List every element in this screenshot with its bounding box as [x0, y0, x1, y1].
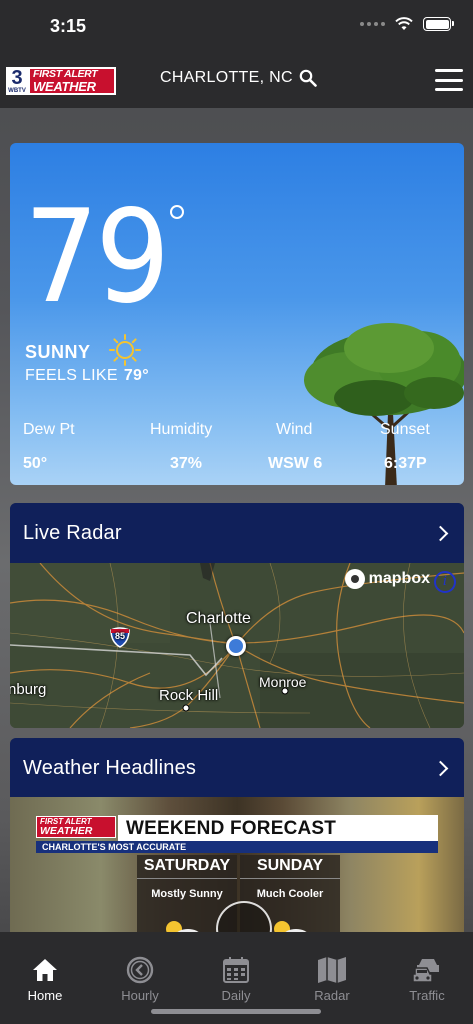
home-indicator[interactable]	[151, 1009, 321, 1014]
live-radar-title: Live Radar	[23, 521, 122, 544]
interstate-label: 85	[114, 631, 125, 641]
map-label-charlotte: Charlotte	[186, 610, 251, 627]
feels-like-value: 79°	[123, 367, 149, 384]
status-bar: 3:15	[0, 0, 473, 52]
mapbox-attribution[interactable]: mapbox	[344, 569, 430, 589]
menu-button[interactable]	[435, 69, 463, 91]
tab-traffic-label: Traffic	[409, 988, 445, 1003]
tab-home[interactable]: Home	[10, 956, 80, 1003]
search-icon	[299, 69, 317, 87]
mapbox-label: mapbox	[368, 570, 430, 587]
tab-hourly-label: Hourly	[121, 988, 159, 1003]
map-label-rock-hill: Rock Hill	[159, 687, 219, 704]
calendar-icon	[223, 957, 249, 983]
menu-icon	[435, 69, 463, 72]
tab-radar-label: Radar	[314, 988, 350, 1003]
condition-label: SUNNY	[25, 342, 91, 362]
wind-label: Wind	[276, 421, 313, 438]
tab-radar[interactable]: Radar	[297, 956, 367, 1003]
status-time: 3:15	[50, 16, 87, 36]
wifi-icon	[395, 17, 413, 30]
weather-headlines-title: Weather Headlines	[23, 756, 197, 779]
radar-map[interactable]: 85 Charlotte Rock Hill Monroe nburg mapb…	[10, 562, 464, 728]
dew-point-value: 50°	[23, 455, 48, 472]
mapbox-logo-icon	[344, 569, 365, 589]
tab-daily[interactable]: Daily	[201, 956, 271, 1003]
chevron-right-icon	[432, 760, 449, 776]
sunset-label: Sunset	[380, 421, 430, 438]
current-location-marker	[226, 636, 246, 656]
map-label-monroe: Monroe	[259, 674, 307, 690]
day-desc: Mostly Sunny	[151, 888, 223, 900]
humidity-value: 37%	[170, 455, 203, 472]
logo-station: WBTV	[8, 88, 26, 94]
current-temperature: 79	[24, 183, 170, 332]
headline-video-thumbnail[interactable]: FIRST ALERT WEATHER WEEKEND FORECAST CHA…	[10, 797, 464, 938]
headline-title: WEEKEND FORECAST	[126, 818, 337, 839]
location-label: CHARLOTTE, NC	[160, 69, 293, 86]
tab-traffic[interactable]: Traffic	[392, 956, 462, 1003]
day-desc: Much Cooler	[256, 888, 324, 900]
day-name: SATURDAY	[137, 857, 237, 879]
feels-like-label: FEELS LIKE	[25, 367, 118, 384]
headline-logo: FIRST ALERT WEATHER	[36, 816, 116, 838]
sun-icon	[109, 334, 141, 366]
day-name: SUNDAY	[240, 857, 340, 879]
battery-icon	[423, 17, 454, 31]
status-icons	[360, 17, 454, 31]
clock-icon	[126, 956, 154, 984]
degree-symbol	[170, 205, 184, 219]
tab-home-label: Home	[27, 988, 63, 1003]
sunset-value: 6:37P	[384, 455, 427, 472]
home-icon	[33, 959, 57, 981]
tab-hourly[interactable]: Hourly	[105, 956, 175, 1003]
weather-headlines-card[interactable]: Weather Headlines FIRST ALERT WEATHER WE…	[10, 738, 464, 938]
signal-icon	[360, 22, 385, 26]
map-label-edge: nburg	[10, 681, 47, 698]
headline-subline: CHARLOTTE'S MOST ACCURATE	[42, 842, 187, 852]
info-icon[interactable]: i	[434, 571, 456, 593]
car-icon	[412, 959, 439, 983]
headline-logo-line2: WEATHER	[40, 825, 93, 837]
logo-line2: WEATHER	[33, 79, 96, 94]
live-radar-header[interactable]: Live Radar	[10, 503, 464, 563]
tab-daily-label: Daily	[221, 988, 251, 1003]
weather-headlines-header[interactable]: Weather Headlines	[10, 738, 464, 798]
logo-channel: 3	[11, 67, 23, 89]
dew-point-label: Dew Pt	[23, 421, 75, 438]
app-header: 3 WBTV FIRST ALERT WEATHER CHARLOTTE, NC	[0, 52, 473, 108]
map-icon	[318, 957, 346, 983]
wind-value: WSW 6	[268, 455, 323, 472]
humidity-label: Humidity	[150, 421, 213, 438]
station-logo[interactable]: 3 WBTV FIRST ALERT WEATHER	[6, 67, 116, 95]
chevron-right-icon	[432, 525, 449, 541]
current-conditions-card[interactable]: 79 SUNNY FEELS LIKE 79° Dew Pt Humidity W…	[10, 143, 464, 485]
feels-like: FEELS LIKE 79°	[25, 367, 149, 385]
live-radar-card[interactable]: Live Radar 85 Charlotte Rock Hill Monroe…	[10, 503, 464, 728]
location-selector[interactable]: CHARLOTTE, NC	[160, 69, 317, 87]
